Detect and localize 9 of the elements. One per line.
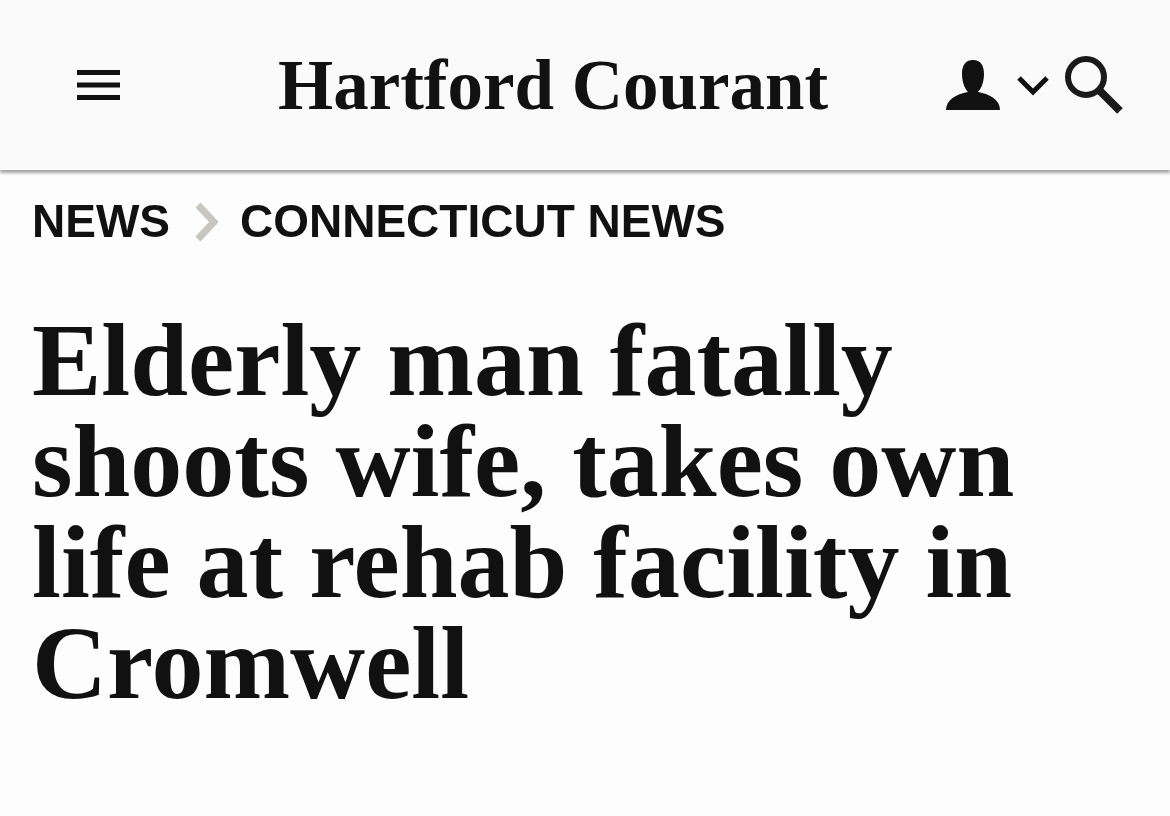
chevron-right-icon (194, 201, 218, 242)
breadcrumb-link[interactable]: NEWS (32, 194, 170, 250)
chevron-down-icon[interactable] (1016, 74, 1050, 96)
search-icon[interactable] (1064, 55, 1124, 115)
user-icon[interactable] (946, 60, 1000, 110)
site-logo[interactable]: Hartford Courant (277, 45, 829, 125)
article-headline: Elderly man fatally shoots wife, takes own life at rehab facility in Cromwell (32, 309, 1016, 714)
menu-icon[interactable] (77, 70, 120, 100)
breadcrumb-link[interactable]: CONNECTICUT NEWS (240, 194, 726, 250)
